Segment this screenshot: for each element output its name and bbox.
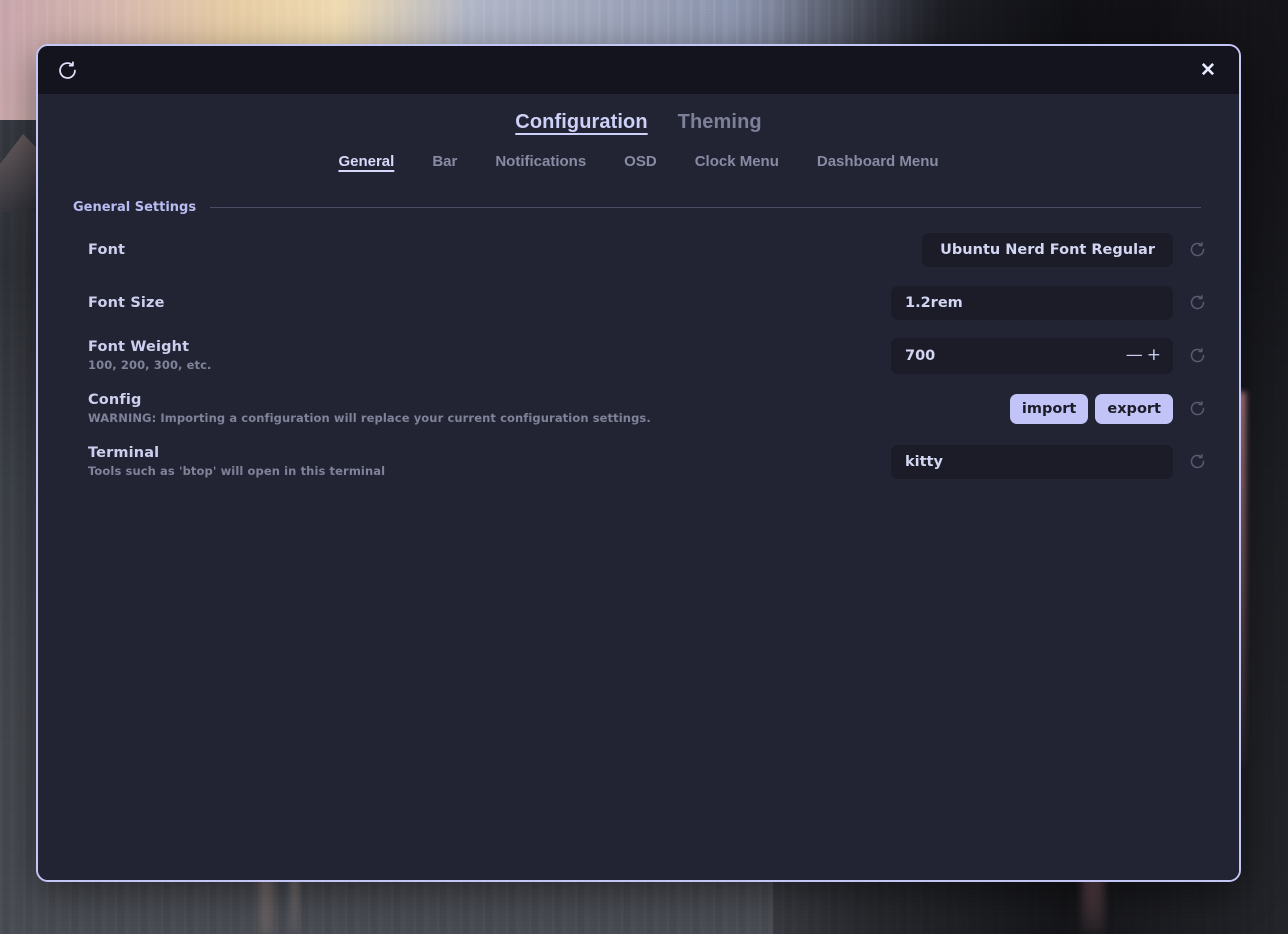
setting-row-config: Config WARNING: Importing a configuratio…	[88, 382, 1210, 435]
font-weight-input[interactable]	[905, 348, 1124, 364]
close-icon: ✕	[1200, 61, 1216, 80]
setting-description: WARNING: Importing a configuration will …	[88, 411, 651, 425]
setting-control	[891, 445, 1210, 479]
setting-title: Config	[88, 392, 651, 408]
section-title: General Settings	[73, 200, 196, 215]
setting-title: Font Weight	[88, 339, 212, 355]
tab-configuration[interactable]: Configuration	[513, 109, 649, 138]
font-select-button[interactable]: Ubuntu Nerd Font Regular	[922, 233, 1173, 267]
reset-icon	[1189, 400, 1206, 417]
config-button-group: import export	[1010, 394, 1173, 424]
tab-general[interactable]: General	[337, 152, 395, 173]
increment-button[interactable]: +	[1145, 347, 1163, 364]
section-header: General Settings	[54, 200, 1223, 215]
tab-bar[interactable]: Bar	[431, 152, 458, 173]
setting-row-terminal: Terminal Tools such as 'btop' will open …	[88, 435, 1210, 488]
tab-clock-menu[interactable]: Clock Menu	[694, 152, 780, 173]
reset-icon	[1189, 347, 1206, 364]
reset-terminal-button[interactable]	[1184, 449, 1210, 475]
settings-window: ✕ Configuration Theming General Bar Noti…	[36, 44, 1241, 882]
setting-title: Font	[88, 242, 125, 258]
setting-control: import export	[1010, 394, 1210, 424]
terminal-input[interactable]	[891, 445, 1173, 479]
setting-title: Font Size	[88, 295, 165, 311]
font-weight-stepper: — +	[891, 338, 1173, 374]
setting-control: Ubuntu Nerd Font Regular	[922, 233, 1210, 267]
reload-icon	[57, 60, 78, 81]
font-size-input[interactable]	[891, 286, 1173, 320]
reset-font-button[interactable]	[1184, 237, 1210, 263]
desktop-background: ✕ Configuration Theming General Bar Noti…	[0, 0, 1288, 934]
setting-row-font-size: Font Size	[88, 276, 1210, 329]
tab-osd[interactable]: OSD	[623, 152, 658, 173]
close-button[interactable]: ✕	[1191, 53, 1225, 87]
reset-icon	[1189, 294, 1206, 311]
setting-row-font: Font Ubuntu Nerd Font Regular	[88, 223, 1210, 276]
tab-dashboard-menu[interactable]: Dashboard Menu	[816, 152, 940, 173]
tab-notifications[interactable]: Notifications	[494, 152, 587, 173]
setting-labels: Config WARNING: Importing a configuratio…	[88, 392, 651, 425]
reset-icon	[1189, 453, 1206, 470]
setting-description: 100, 200, 300, etc.	[88, 358, 212, 372]
window-content: Configuration Theming General Bar Notifi…	[38, 94, 1239, 880]
setting-description: Tools such as 'btop' will open in this t…	[88, 464, 385, 478]
reset-font-size-button[interactable]	[1184, 290, 1210, 316]
setting-control	[891, 286, 1210, 320]
secondary-tab-bar: General Bar Notifications OSD Clock Menu…	[54, 138, 1223, 173]
decrement-button[interactable]: —	[1124, 347, 1145, 364]
section-divider	[210, 207, 1201, 208]
setting-labels: Font Size	[88, 295, 165, 311]
primary-tab-bar: Configuration Theming	[54, 94, 1223, 138]
setting-labels: Font Weight 100, 200, 300, etc.	[88, 339, 212, 372]
tab-theming[interactable]: Theming	[676, 109, 764, 138]
settings-list: Font Ubuntu Nerd Font Regular	[54, 223, 1223, 488]
reset-font-weight-button[interactable]	[1184, 343, 1210, 369]
reset-config-button[interactable]	[1184, 396, 1210, 422]
setting-labels: Font	[88, 242, 125, 258]
setting-row-font-weight: Font Weight 100, 200, 300, etc. — +	[88, 329, 1210, 382]
setting-control: — +	[891, 338, 1210, 374]
setting-title: Terminal	[88, 445, 385, 461]
setting-labels: Terminal Tools such as 'btop' will open …	[88, 445, 385, 478]
import-config-button[interactable]: import	[1010, 394, 1089, 424]
window-titlebar: ✕	[38, 46, 1239, 94]
export-config-button[interactable]: export	[1095, 394, 1173, 424]
reset-icon	[1189, 241, 1206, 258]
reload-button[interactable]	[50, 53, 84, 87]
